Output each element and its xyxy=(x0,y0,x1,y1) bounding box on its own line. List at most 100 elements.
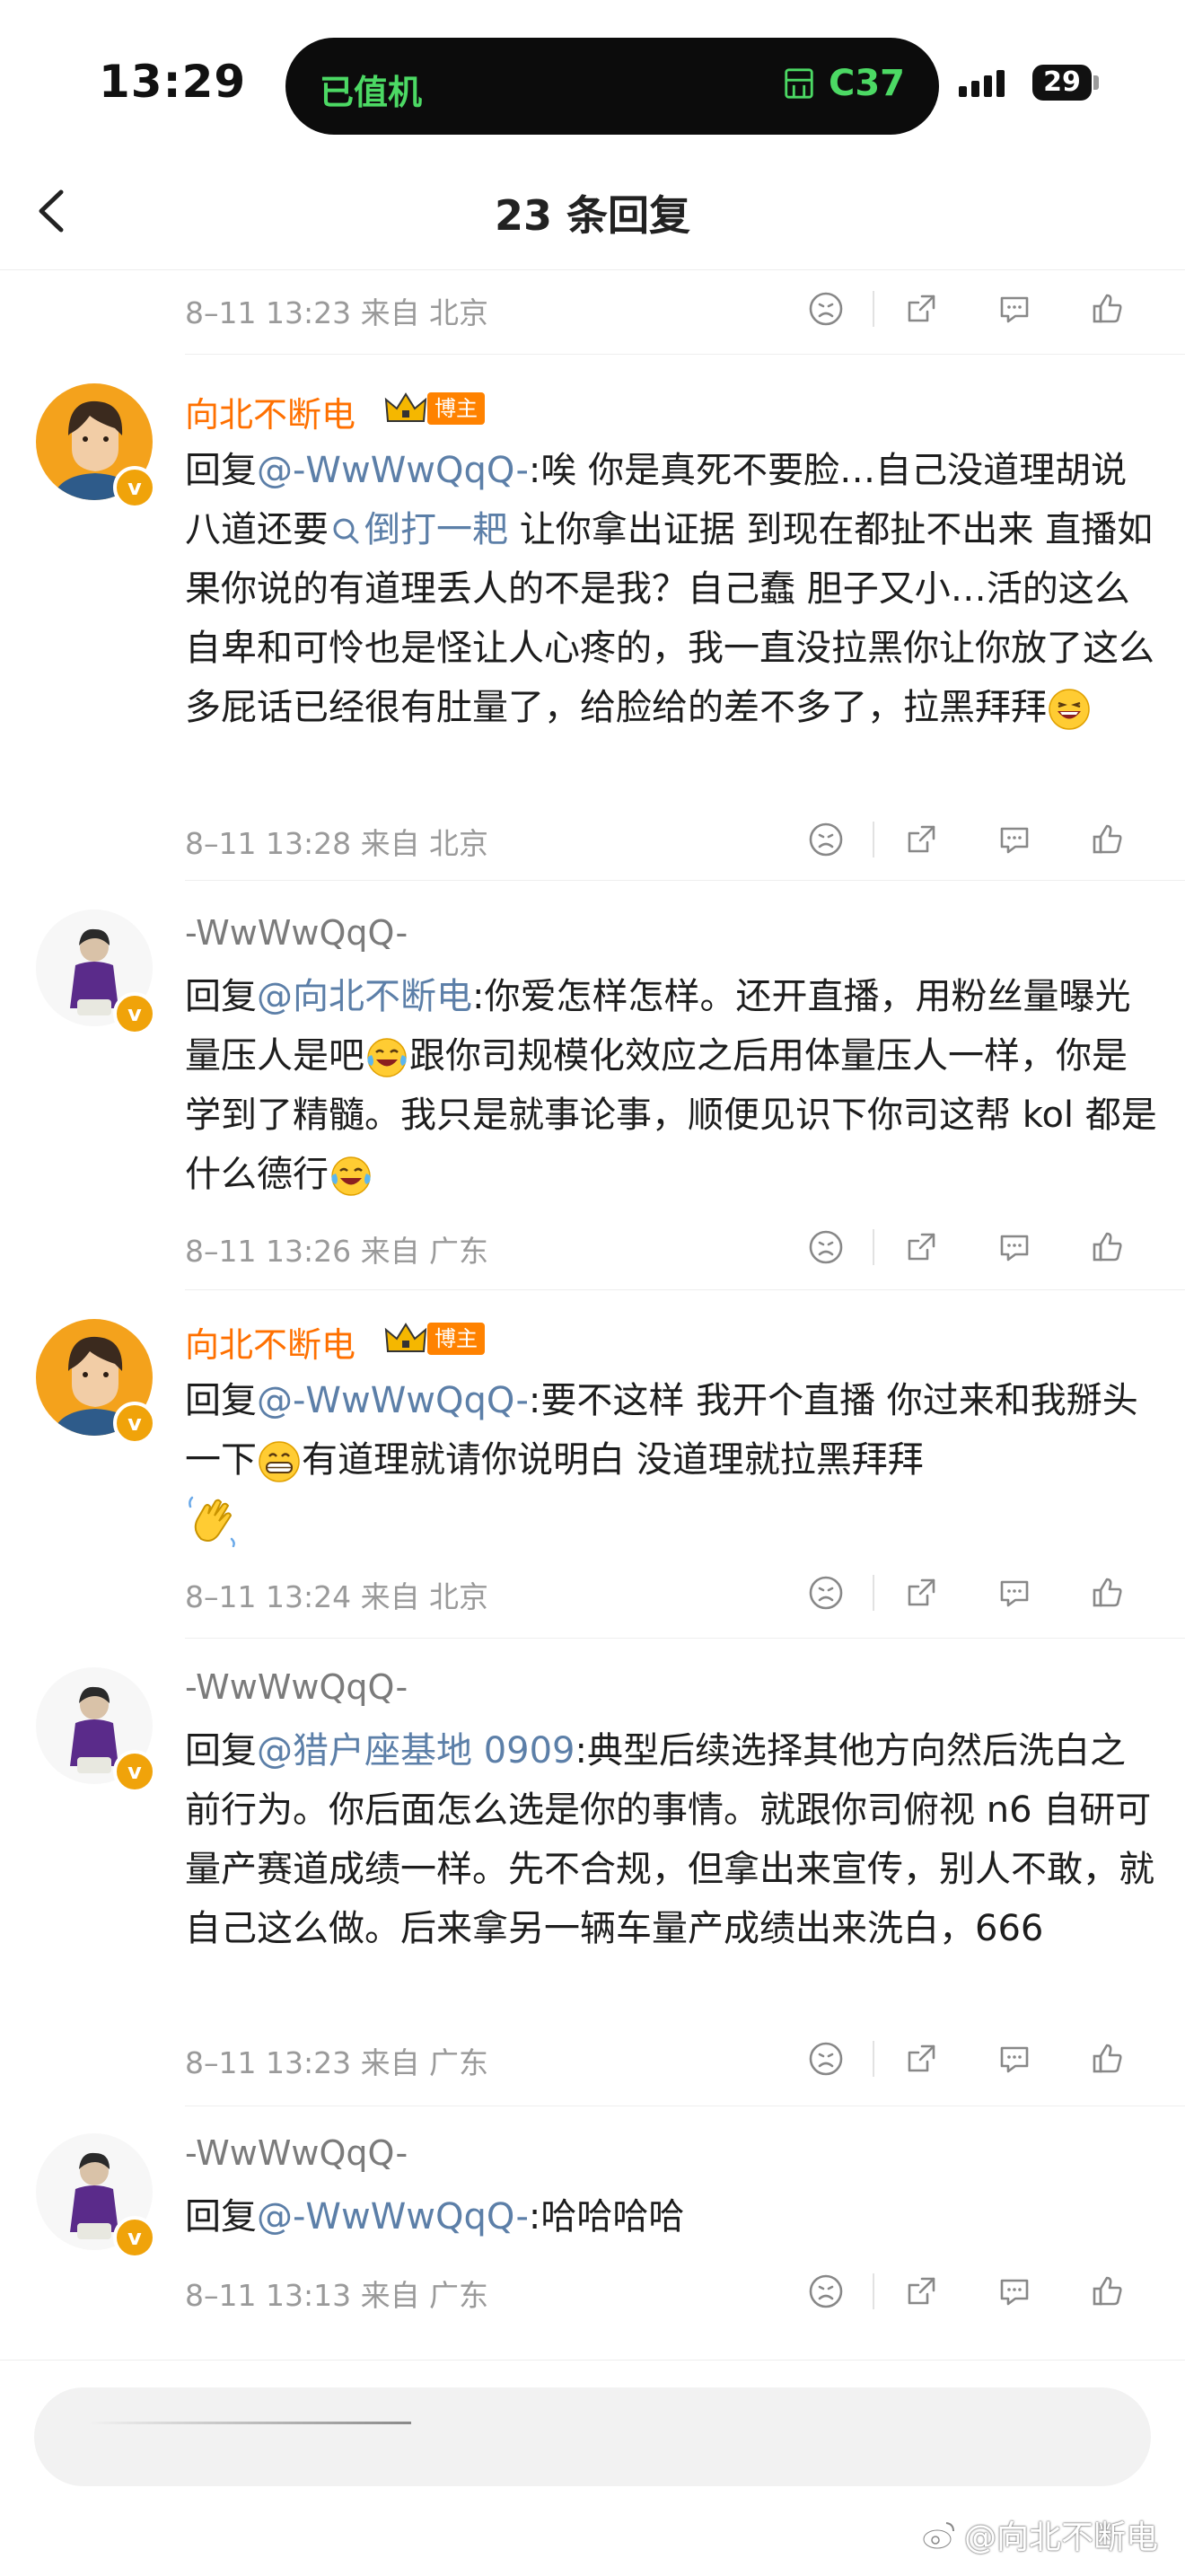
search-link[interactable]: 倒打一耙 xyxy=(329,509,508,550)
dislike-face-icon xyxy=(809,822,843,857)
comment-meta-text: 8–11 13:23 来自 北京 xyxy=(185,295,489,330)
share-button[interactable] xyxy=(874,804,968,875)
commenter-name[interactable]: -WwWwQqQ- xyxy=(185,1667,408,1707)
page-title: 23 条回复 xyxy=(494,191,691,240)
reply-prefix: 回复 xyxy=(185,1730,257,1772)
verified-icon: v xyxy=(113,1750,156,1793)
weibo-logo-icon xyxy=(922,2522,954,2550)
like-button[interactable] xyxy=(1061,1211,1154,1283)
comment-meta-text: 8–11 13:23 来自 广东 xyxy=(185,2045,489,2080)
mention-link[interactable]: @向北不断电 xyxy=(257,976,472,1017)
blogger-tag: 博主 xyxy=(427,1323,485,1355)
comment-actions xyxy=(779,273,1154,345)
grinning-emoji-icon xyxy=(259,1441,300,1482)
comment-item: v -WwWwQqQ- 回复@-WwWwQqQ-:哈哈哈哈 8–11 13:13… xyxy=(0,2106,1185,2338)
comment-body: 回复@猎户座基地 0909:典型后续选择其他方向然后洗白之前行为。你后面怎么选是… xyxy=(185,1721,1159,1958)
dislike-button[interactable] xyxy=(779,2255,873,2327)
dynamic-island[interactable]: 已值机 C37 xyxy=(285,38,939,135)
like-button[interactable] xyxy=(1061,804,1154,875)
mention-link[interactable]: @-WwWwQqQ- xyxy=(257,450,529,491)
verified-icon: v xyxy=(113,2216,156,2259)
waving-hand-emoji-icon xyxy=(189,1496,235,1548)
commenter-name[interactable]: 向北不断电 xyxy=(185,387,356,436)
reply-prefix: 回复 xyxy=(185,976,257,1017)
like-icon xyxy=(1093,1232,1122,1262)
blogger-tag: 博主 xyxy=(427,392,485,425)
comment-icon xyxy=(1000,2279,1029,2306)
like-button[interactable] xyxy=(1061,273,1154,345)
comment-button[interactable] xyxy=(968,1557,1061,1629)
share-icon xyxy=(908,825,935,853)
comment-meta-row: 8–11 13:28 来自 北京 xyxy=(185,804,1154,875)
tears-of-joy-emoji-icon xyxy=(367,1038,407,1077)
comment-meta-row: 8–11 13:23 来自 广东 xyxy=(185,2023,1154,2095)
dislike-face-icon xyxy=(809,1230,843,1264)
mention-link[interactable]: @猎户座基地 0909 xyxy=(257,1730,575,1772)
comment-actions xyxy=(779,2255,1154,2327)
comment-body: 回复@-WwWwQqQ-:要不这样 我开个直播 你过来和我掰头一下 有道理就请你说… xyxy=(185,1371,1159,1549)
like-button[interactable] xyxy=(1061,2255,1154,2327)
comment-actions xyxy=(779,1211,1154,1283)
share-button[interactable] xyxy=(874,1211,968,1283)
reply-prefix: 回复 xyxy=(185,450,257,491)
search-link-text: 倒打一耙 xyxy=(364,509,508,550)
weibo-watermark: @向北不断电 xyxy=(921,2511,1158,2558)
like-button[interactable] xyxy=(1061,1557,1154,1629)
reply-input[interactable] xyxy=(34,2387,1151,2486)
comment-icon xyxy=(1000,827,1029,854)
reply-bar: @向北不断电 xyxy=(0,2360,1185,2576)
dislike-button[interactable] xyxy=(779,1557,873,1629)
dislike-face-icon xyxy=(809,2274,843,2308)
island-gate: C37 xyxy=(782,63,905,104)
comment-button[interactable] xyxy=(968,804,1061,875)
mention-link[interactable]: @-WwWwQqQ- xyxy=(257,2196,529,2238)
like-button[interactable] xyxy=(1061,2023,1154,2095)
comment-button[interactable] xyxy=(968,2023,1061,2095)
comment-item: v -WwWwQqQ- 回复@向北不断电:你爱怎样怎样。还开直播，用粉丝量曝光量… xyxy=(0,881,1185,1289)
comment-text: 有道理就请你说明白 没道理就拉黑拜拜 xyxy=(302,1439,924,1481)
status-bar: 13:29 已值机 C37 29 xyxy=(0,0,1185,153)
commenter-name[interactable]: 向北不断电 xyxy=(185,1317,356,1367)
comment-body: 回复@向北不断电:你爱怎样怎样。还开直播，用粉丝量曝光量压人是吧 跟你司规模化效应… xyxy=(185,967,1159,1204)
share-icon xyxy=(908,2277,935,2305)
tears-of-joy-emoji-icon xyxy=(331,1156,371,1196)
comment-meta-row: 8–11 13:26 来自 广东 xyxy=(185,1211,1154,1283)
crown-icon xyxy=(384,1323,427,1352)
mention-link[interactable]: @-WwWwQqQ- xyxy=(257,1380,529,1421)
crown-icon xyxy=(384,392,427,422)
share-icon xyxy=(908,295,935,322)
gate-icon xyxy=(785,68,813,99)
share-icon xyxy=(908,1233,935,1261)
comment-meta-row: 8–11 13:13 来自 广东 xyxy=(185,2255,1154,2327)
battery-tip xyxy=(1093,75,1099,90)
dislike-button[interactable] xyxy=(779,2023,873,2095)
dislike-face-icon xyxy=(809,2042,843,2076)
commenter-name[interactable]: -WwWwQqQ- xyxy=(185,2133,408,2173)
comment-item: v 向北不断电 博主 回复@-WwWwQqQ-:要不这样 我开个直播 你过来和我… xyxy=(0,1290,1185,1638)
share-icon xyxy=(908,2044,935,2072)
comment-item: v 向北不断电 博主 回复@-WwWwQqQ-:唉 你是真死不要脸…自己没道理胡… xyxy=(0,355,1185,880)
comment-item: v -WwWwQqQ- 回复@猎户座基地 0909:典型后续选择其他方向然后洗白… xyxy=(0,1639,1185,2106)
share-button[interactable] xyxy=(874,2023,968,2095)
watermark-text: @向北不断电 xyxy=(963,2519,1158,2556)
comment-button[interactable] xyxy=(968,273,1061,345)
share-button[interactable] xyxy=(874,2255,968,2327)
dislike-button[interactable] xyxy=(779,273,873,345)
commenter-name[interactable]: -WwWwQqQ- xyxy=(185,913,408,953)
comment-meta-text: 8–11 13:24 来自 北京 xyxy=(185,1579,489,1614)
island-gate-text: C37 xyxy=(828,63,905,104)
comment-button[interactable] xyxy=(968,2255,1061,2327)
share-button[interactable] xyxy=(874,273,968,345)
share-button[interactable] xyxy=(874,1557,968,1629)
dislike-button[interactable] xyxy=(779,1211,873,1283)
battery-icon: 29 xyxy=(1032,65,1092,101)
comment-button[interactable] xyxy=(968,1211,1061,1283)
dislike-button[interactable] xyxy=(779,804,873,875)
reply-prefix: 回复 xyxy=(185,2196,257,2238)
comment-actions xyxy=(779,2023,1154,2095)
laughing-emoji-icon xyxy=(1049,689,1090,730)
dislike-face-icon xyxy=(809,292,843,326)
comment-actions xyxy=(779,804,1154,875)
dislike-face-icon xyxy=(809,1576,843,1610)
comment-meta-row: 8–11 13:24 来自 北京 xyxy=(185,1557,1154,1629)
